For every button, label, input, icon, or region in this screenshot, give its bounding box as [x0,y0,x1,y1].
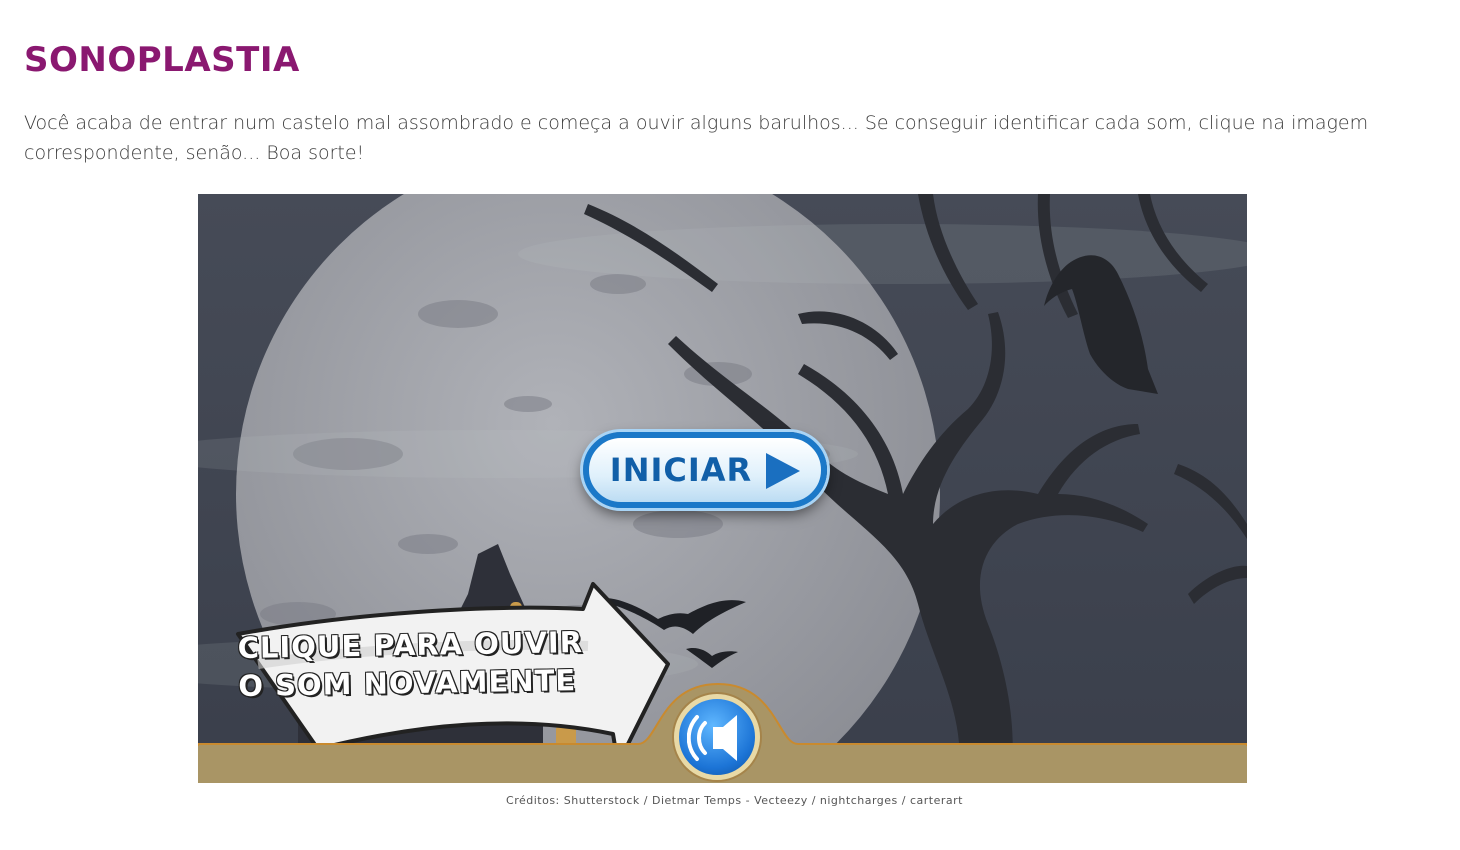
start-button-label: INICIAR [609,451,753,489]
game-frame[interactable]: INICIAR CLIQUE PARA OUVIR O SOM NOVAMENT… [198,194,1247,783]
speaker-icon [687,715,737,761]
start-button[interactable]: INICIAR [583,432,827,508]
page-title: SONOPLASTIA [24,40,300,80]
replay-sound-button[interactable] [674,694,760,780]
replay-hint: CLIQUE PARA OUVIR O SOM NOVAMENTE [237,623,584,705]
intro-text: Você acaba de entrar num castelo mal ass… [24,112,1369,164]
replay-hint-line1: CLIQUE PARA OUVIR [237,624,584,666]
image-credits: Créditos: Shutterstock / Dietmar Temps -… [506,794,963,807]
replay-hint-line2: O SOM NOVAMENTE [238,663,577,704]
play-icon [766,453,801,489]
